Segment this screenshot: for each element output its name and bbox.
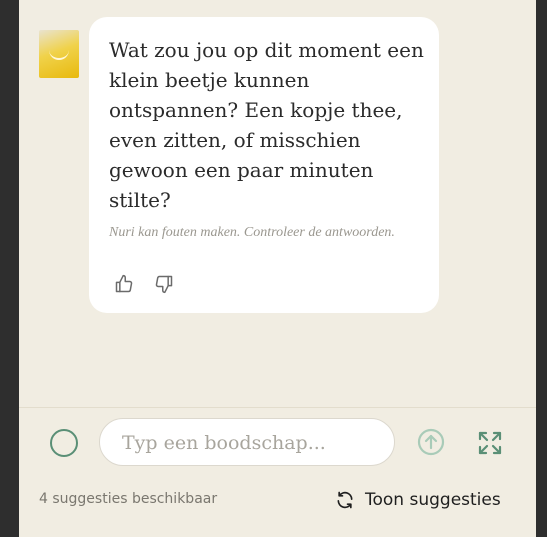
ai-disclaimer: Nuri kan fouten maken. Controleer de ant…	[109, 225, 395, 240]
message-input[interactable]	[120, 419, 384, 466]
avatar-smile-icon	[49, 50, 69, 60]
expand-button[interactable]	[477, 430, 503, 456]
refresh-icon	[337, 491, 353, 509]
show-suggestions-button[interactable]: Toon suggesties	[335, 488, 501, 512]
assistant-avatar	[39, 30, 79, 78]
thumbs-up-button[interactable]	[113, 273, 135, 295]
thumbs-up-icon	[115, 274, 133, 293]
thumbs-down-button[interactable]	[153, 273, 175, 295]
voice-status-icon[interactable]	[50, 429, 78, 457]
expand-icon	[478, 431, 502, 455]
message-input-wrapper[interactable]	[99, 418, 395, 466]
assistant-message-bubble: Wat zou jou op dit moment een klein beet…	[89, 17, 439, 313]
chat-panel: Wat zou jou op dit moment een klein beet…	[19, 0, 536, 537]
assistant-message-text: Wat zou jou op dit moment een klein beet…	[109, 38, 424, 212]
show-suggestions-label: Toon suggesties	[365, 490, 501, 510]
suggestions-count: 4 suggesties beschikbaar	[39, 491, 218, 507]
thumbs-down-icon	[155, 275, 173, 294]
arrow-up-circle-icon	[417, 428, 445, 456]
message-list: Wat zou jou op dit moment een klein beet…	[19, 0, 536, 407]
composer-divider	[19, 407, 536, 408]
send-button[interactable]	[417, 428, 445, 456]
